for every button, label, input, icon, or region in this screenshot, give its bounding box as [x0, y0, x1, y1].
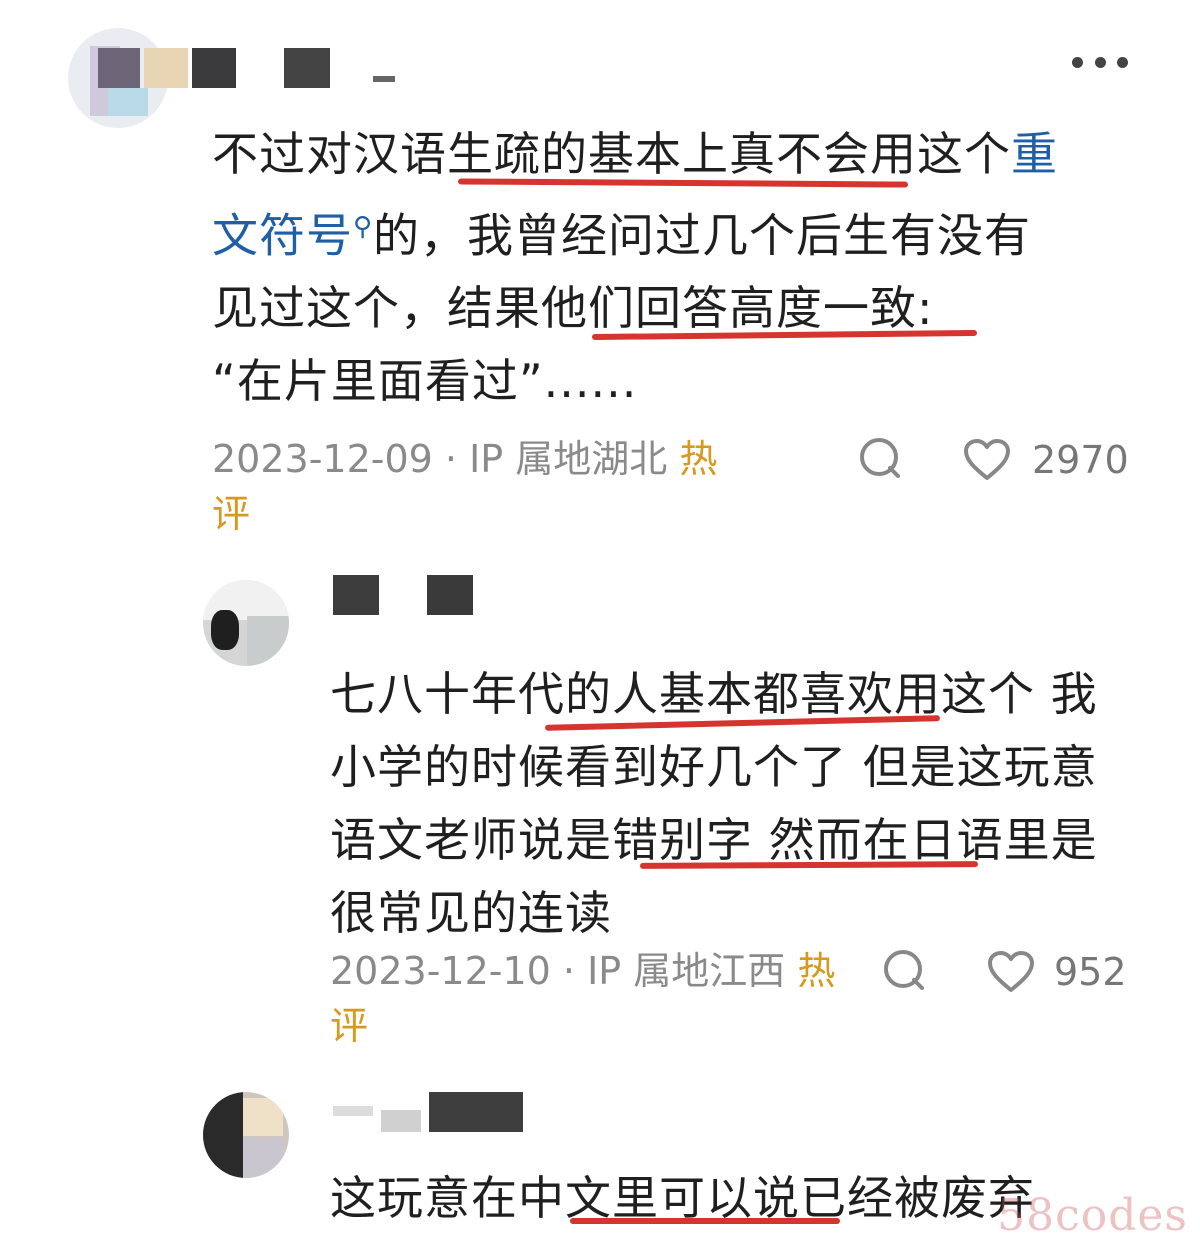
watermark: 58codes: [997, 1190, 1188, 1241]
comment-date: 2023-12-09 · IP 属地湖北: [212, 437, 668, 481]
comment-meta: 2023-12-09 · IP 属地湖北 热评: [212, 432, 732, 542]
reply-icon[interactable]: [880, 948, 928, 994]
comment-date: 2023-12-10 · IP 属地江西: [330, 949, 786, 993]
comment-line: 不过对汉语生疏的基本上真不会用这个: [212, 127, 1011, 181]
heart-icon[interactable]: [986, 950, 1036, 994]
username-redacted[interactable]: [333, 1092, 528, 1132]
reply-icon[interactable]: [856, 436, 904, 482]
username-redacted[interactable]: [333, 575, 478, 615]
like-count: 952: [1054, 950, 1127, 994]
comment-meta: 2023-12-10 · IP 属地江西 热评: [330, 944, 850, 1054]
comment-line: “在片里面看过”......: [212, 354, 638, 409]
hashtag-link[interactable]: 重: [1011, 127, 1058, 181]
like-count: 2970: [1032, 438, 1129, 482]
comment-line: 的，我曾经问过几个后生有没有: [373, 208, 1032, 263]
comment-body: 不过对汉语生疏的基本上真不会用这个重 文符号⚲的，我曾经问过几个后生有没有 见过…: [212, 118, 1162, 418]
more-dots-icon[interactable]: [1072, 55, 1128, 69]
heart-icon[interactable]: [962, 438, 1012, 482]
search-icon[interactable]: ⚲: [353, 212, 373, 242]
avatar[interactable]: [203, 580, 289, 666]
avatar[interactable]: [203, 1092, 289, 1178]
username-redacted[interactable]: [98, 48, 398, 88]
highlight-underline: [570, 1218, 840, 1224]
hashtag-link[interactable]: 文符号: [212, 208, 353, 262]
comment-line: 小学的时候看到好几个了 但是这玩意: [330, 740, 1098, 794]
comment-line: 很常见的连读: [330, 886, 612, 940]
comment-body: 七八十年代的人基本都喜欢用这个 我 小学的时候看到好几个了 但是这玩意 语文老师…: [330, 658, 1170, 950]
